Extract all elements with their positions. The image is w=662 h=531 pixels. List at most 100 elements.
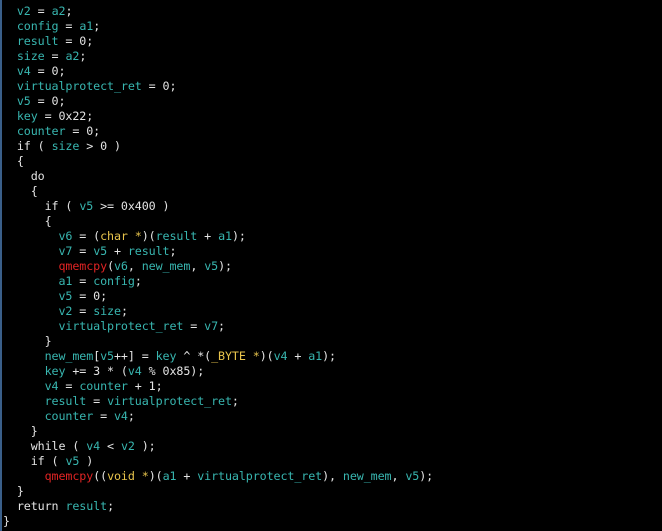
code-line[interactable]: { (3, 214, 433, 229)
code-line[interactable]: { (3, 184, 433, 199)
code-line[interactable]: if ( v5 >= 0x400 ) (3, 199, 433, 214)
pseudocode-view[interactable]: v2 = a2; config = a1; result = 0; size =… (0, 0, 662, 531)
code-identifier[interactable]: v2 (17, 4, 31, 18)
code-identifier[interactable]: result (45, 394, 87, 408)
code-text: , (190, 259, 205, 273)
code-identifier[interactable]: new_mem (142, 259, 191, 273)
code-line[interactable]: } (3, 424, 433, 439)
code-line[interactable]: while ( v4 < v2 ); (3, 439, 433, 454)
code-line[interactable]: config = a1; (3, 19, 433, 34)
code-identifier[interactable]: key (45, 364, 66, 378)
code-line[interactable]: } (3, 334, 433, 349)
code-text: + (197, 229, 219, 243)
code-identifier[interactable]: v5 (93, 244, 107, 258)
code-identifier[interactable]: result (128, 244, 170, 258)
code-line[interactable]: a1 = config; (3, 274, 433, 289)
code-line[interactable]: { (3, 154, 433, 169)
code-line[interactable]: v2 = size; (3, 304, 433, 319)
code-identifier[interactable]: a2 (52, 4, 66, 18)
code-line[interactable]: } (3, 484, 433, 499)
code-line[interactable]: if ( v5 ) (3, 454, 433, 469)
code-line[interactable]: virtualprotect_ret = v7; (3, 319, 433, 334)
code-line[interactable]: new_mem[v5++] = key ^ *(_BYTE *)(v4 + a1… (3, 349, 433, 364)
code-identifier[interactable]: counter (17, 124, 66, 138)
code-identifier[interactable]: v7 (204, 319, 218, 333)
code-identifier[interactable]: v4 (17, 64, 31, 78)
code-identifier[interactable]: v4 (128, 364, 142, 378)
code-line[interactable]: } (3, 514, 433, 529)
code-text: if ( (3, 454, 66, 468)
code-identifier[interactable]: size (52, 139, 80, 153)
code-line[interactable]: result = virtualprotect_ret; (3, 394, 433, 409)
code-identifier[interactable]: virtualprotect_ret (107, 394, 232, 408)
code-text: { (3, 154, 24, 168)
code-text: while ( (3, 439, 87, 453)
code-identifier[interactable]: a1 (59, 274, 73, 288)
code-text: + 1; (127, 379, 163, 393)
code-line[interactable]: virtualprotect_ret = 0; (3, 79, 433, 94)
code-identifier[interactable]: counter (45, 409, 94, 423)
code-identifier[interactable]: a1 (218, 229, 232, 243)
code-identifier[interactable]: v5 (65, 454, 79, 468)
code-identifier[interactable]: v2 (59, 304, 73, 318)
code-text: ; (93, 19, 101, 33)
code-line[interactable]: v4 = 0; (3, 64, 433, 79)
code-identifier[interactable]: v5 (204, 259, 218, 273)
code-identifier[interactable]: v4 (274, 349, 288, 363)
code-line[interactable]: v5 = 0; (3, 94, 433, 109)
code-identifier[interactable]: size (93, 304, 121, 318)
code-identifier[interactable]: a1 (79, 19, 93, 33)
code-identifier[interactable]: v5 (59, 289, 73, 303)
code-identifier[interactable]: config (17, 19, 59, 33)
code-line[interactable]: do (3, 169, 433, 184)
code-identifier[interactable]: v4 (114, 409, 128, 423)
code-identifier[interactable]: counter (79, 379, 128, 393)
code-identifier[interactable]: key (17, 109, 38, 123)
code-identifier[interactable]: a1 (163, 469, 177, 483)
code-function-call[interactable]: qmemcpy (45, 469, 94, 483)
code-text: ); (322, 349, 336, 363)
code-text: )( (259, 349, 274, 363)
code-identifier[interactable]: size (17, 49, 45, 63)
code-identifier[interactable]: virtualprotect_ret (17, 79, 142, 93)
code-line[interactable]: v6 = (char *)(result + a1); (3, 229, 433, 244)
code-identifier[interactable]: v4 (86, 439, 100, 453)
code-line[interactable]: key = 0x22; (3, 109, 433, 124)
code-identifier[interactable]: a1 (308, 349, 322, 363)
code-identifier[interactable]: new_mem (343, 469, 392, 483)
code-line[interactable]: v4 = counter + 1; (3, 379, 433, 394)
code-function-call[interactable]: qmemcpy (59, 259, 108, 273)
code-identifier[interactable]: v5 (405, 469, 419, 483)
code-identifier[interactable]: virtualprotect_ret (59, 319, 184, 333)
code-identifier[interactable]: virtualprotect_ret (197, 469, 322, 483)
code-identifier[interactable]: v2 (121, 439, 135, 453)
code-identifier[interactable]: v6 (59, 229, 73, 243)
code-line[interactable]: result = 0; (3, 34, 433, 49)
code-line[interactable]: v2 = a2; (3, 4, 433, 19)
code-identifier[interactable]: key (156, 349, 177, 363)
code-identifier[interactable]: new_mem (45, 349, 94, 363)
code-identifier[interactable]: v4 (45, 379, 59, 393)
code-line[interactable]: counter = v4; (3, 409, 433, 424)
code-identifier[interactable]: result (65, 499, 107, 513)
code-identifier[interactable]: v6 (114, 259, 128, 273)
code-line[interactable]: qmemcpy((void *)(a1 + virtualprotect_ret… (3, 469, 434, 484)
code-identifier[interactable]: v5 (79, 199, 93, 213)
code-identifier[interactable]: result (17, 34, 59, 48)
code-line[interactable]: if ( size > 0 ) (3, 139, 433, 154)
code-line[interactable]: v7 = v5 + result; (3, 244, 433, 259)
code-identifier[interactable]: v7 (59, 244, 73, 258)
code-line[interactable]: v5 = 0; (3, 289, 433, 304)
code-type: char * (100, 229, 142, 243)
code-line[interactable]: key += 3 * (v4 % 0x85); (3, 364, 433, 379)
code-identifier[interactable]: a2 (65, 49, 79, 63)
code-line[interactable]: qmemcpy(v6, new_mem, v5); (3, 259, 433, 274)
code-identifier[interactable]: config (93, 274, 135, 288)
code-line[interactable]: counter = 0; (3, 124, 433, 139)
code-line[interactable]: size = a2; (3, 49, 433, 64)
code-identifier[interactable]: result (156, 229, 198, 243)
code-line[interactable]: return result; (3, 499, 433, 514)
code-identifier[interactable]: v5 (17, 94, 31, 108)
code-identifier[interactable]: v5 (100, 349, 114, 363)
